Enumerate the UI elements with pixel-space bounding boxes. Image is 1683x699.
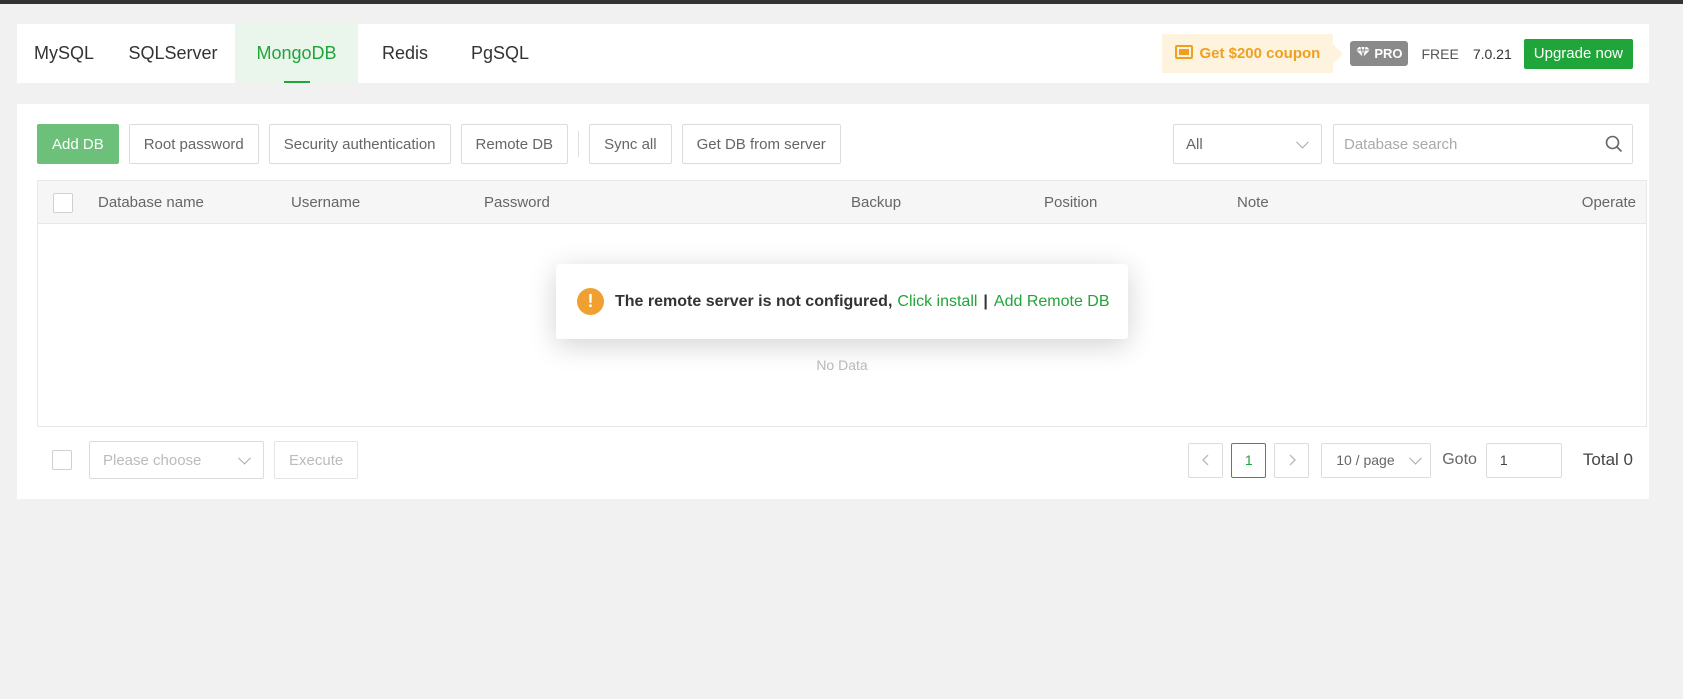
page-size-select[interactable]: 10 / page [1321, 442, 1432, 478]
search-box [1333, 124, 1633, 164]
filter-select[interactable]: All [1173, 124, 1322, 164]
toolbar: Add DB Root password Security authentica… [37, 124, 1633, 164]
empty-state-text: No Data [816, 357, 868, 373]
total-count: Total 0 [1582, 450, 1633, 469]
plan-label: FREE [1421, 45, 1459, 62]
add-remote-db-link[interactable]: Add Remote DB [994, 293, 1110, 311]
select-all-checkbox[interactable] [53, 192, 73, 213]
toolbar-right: All [1173, 124, 1633, 164]
column-username: Username [291, 194, 361, 211]
chevron-down-icon [238, 451, 251, 465]
filter-select-value: All [1186, 135, 1203, 153]
chevron-left-icon [1201, 454, 1209, 466]
chevron-down-icon [1296, 135, 1309, 149]
column-note: Note [1237, 194, 1269, 211]
remote-server-notice: ! The remote server is not configured, C… [556, 264, 1128, 339]
chevron-right-icon [1289, 454, 1296, 466]
page-size-value: 10 / page [1336, 452, 1395, 468]
notice-separator: | [983, 292, 988, 310]
coupon-label: Get $200 coupon [1199, 45, 1321, 62]
search-icon[interactable] [1596, 135, 1632, 153]
column-database-name[interactable]: Database name [98, 181, 204, 224]
remote-db-button[interactable]: Remote DB [460, 124, 569, 164]
top-border [0, 0, 1683, 4]
upgrade-button[interactable]: Upgrade now [1523, 38, 1633, 69]
tab-redis[interactable]: Redis [358, 24, 452, 83]
tab-mongodb[interactable]: MongoDB [235, 24, 358, 83]
batch-operation-select[interactable]: Please choose [89, 441, 264, 479]
pagination: 1 10 / page Goto Total 0 [1188, 442, 1633, 478]
tab-mysql[interactable]: MySQL [17, 24, 111, 83]
toolbar-divider [578, 131, 580, 157]
click-install-link[interactable]: Click install [897, 293, 977, 311]
table-header: Database name Username Password Backup P… [38, 181, 1646, 224]
notice-message: The remote server is not configured, [615, 292, 893, 310]
goto-page-input[interactable] [1485, 442, 1562, 478]
pro-badge[interactable]: PRO [1350, 41, 1409, 66]
column-password: Password [484, 194, 550, 211]
batch-operation-placeholder: Please choose [103, 451, 202, 469]
tab-sqlserver[interactable]: SQLServer [111, 24, 235, 83]
diamond-icon [1356, 46, 1371, 61]
root-password-button[interactable]: Root password [128, 124, 259, 164]
table-footer: Please choose Execute 1 10 / page Goto 1… [37, 441, 1633, 479]
prev-page-button[interactable] [1188, 442, 1224, 478]
get-db-from-server-button[interactable]: Get DB from server [681, 124, 841, 164]
chevron-down-icon [1409, 451, 1423, 465]
header-right: Get $200 coupon PRO FREE 7.0.21 Upgrade … [1162, 24, 1649, 83]
goto-label: Goto [1442, 451, 1477, 468]
database-search-input[interactable] [1334, 125, 1596, 163]
next-page-button[interactable] [1274, 442, 1310, 478]
page-number-current[interactable]: 1 [1231, 442, 1267, 478]
header-bar: MySQL SQLServer MongoDB Redis PgSQL Get … [17, 24, 1649, 83]
coupon-icon [1175, 44, 1194, 64]
warning-icon: ! [577, 288, 604, 315]
column-position: Position [1044, 194, 1098, 211]
pro-label: PRO [1374, 46, 1403, 61]
column-operate: Operate [1581, 194, 1636, 211]
security-authentication-button[interactable]: Security authentication [268, 124, 451, 164]
coupon-button[interactable]: Get $200 coupon [1162, 34, 1334, 73]
add-db-button[interactable]: Add DB [37, 124, 119, 164]
header-checkbox-cell [53, 181, 73, 224]
version-label: 7.0.21 [1472, 45, 1512, 62]
column-backup: Backup [851, 194, 902, 211]
batch-select-checkbox[interactable] [52, 450, 72, 470]
tab-pgsql[interactable]: PgSQL [452, 24, 548, 83]
execute-button[interactable]: Execute [274, 441, 359, 479]
sync-all-button[interactable]: Sync all [589, 124, 672, 164]
db-type-tabs: MySQL SQLServer MongoDB Redis PgSQL [17, 24, 548, 83]
